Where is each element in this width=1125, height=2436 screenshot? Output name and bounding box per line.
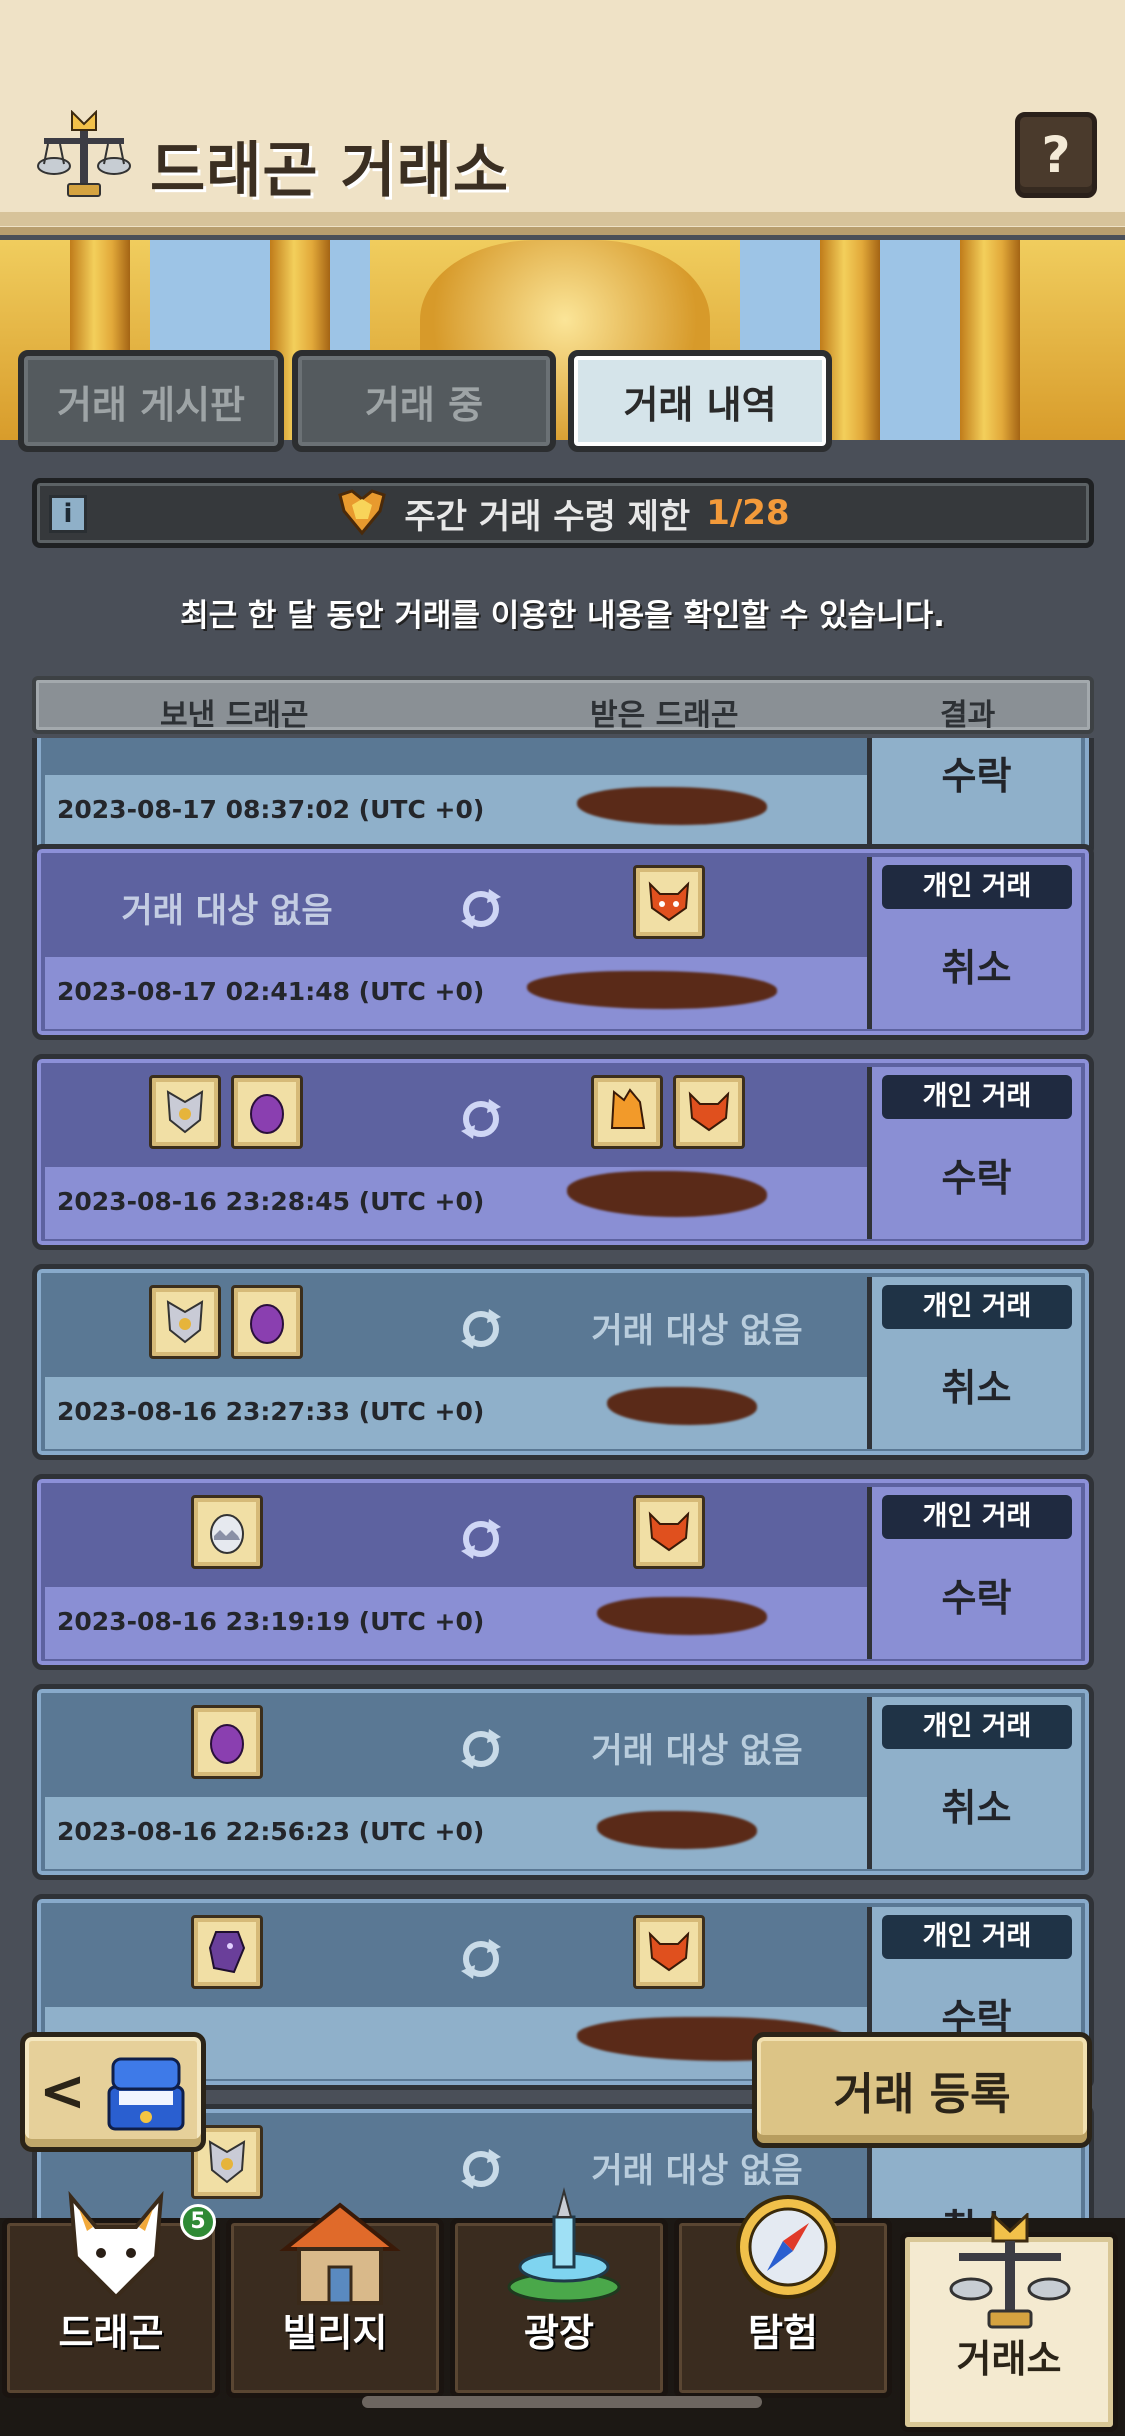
nav-dragon[interactable]: 드래곤: [2, 2190, 220, 2398]
history-notice: 최근 한 달 동안 거래를 이용한 내용을 확인할 수 있습니다.: [180, 598, 945, 634]
table-row[interactable]: 개인 거래 수락 2023-08-16 23:28:45 (UTC +0): [32, 1054, 1094, 1250]
purple-egg-icon: [250, 1304, 284, 1344]
trade-history-list[interactable]: 수락 2023-08-17 08:37:02 (UTC +0) 개인 거래 취소…: [0, 738, 1125, 2218]
no-target-label: 거래 대상 없음: [591, 1311, 803, 1351]
shadow-dragon-icon: [208, 1931, 246, 1974]
tab-trade-board[interactable]: 거래 게시판: [18, 350, 284, 452]
house-icon: [279, 2202, 401, 2305]
trade-result: 취소: [941, 946, 1012, 990]
weekly-limit-bar: i 주간 거래 수령 제한 1/28: [32, 478, 1094, 548]
fire-dragon-icon: [648, 1931, 690, 1972]
nav-explore[interactable]: 탐험: [674, 2195, 892, 2398]
tab-trade-history[interactable]: 거래 내역: [568, 350, 832, 452]
sent-egg-slot[interactable]: [231, 1285, 303, 1359]
notification-badge: 5: [180, 2204, 216, 2240]
swap-icon: [461, 1099, 501, 1139]
white-egg-icon: [210, 1514, 244, 1554]
nav-label: 빌리지: [282, 2311, 388, 2355]
sent-dragon-slot[interactable]: [149, 1285, 221, 1359]
nav-label: 탐험: [748, 2311, 818, 2355]
trade-timestamp: 2023-08-16 22:56:23 (UTC +0): [57, 1817, 485, 1846]
fire-dragon-icon: [648, 1511, 690, 1552]
sent-egg-slot[interactable]: [191, 1705, 263, 1779]
flame-dragon-icon: [610, 1088, 646, 1129]
no-target-label: 거래 대상 없음: [121, 891, 333, 931]
swap-icon: [461, 1309, 501, 1349]
trade-type-badge: 개인 거래: [882, 1495, 1072, 1539]
medal-icon: [338, 489, 387, 536]
scale-icon: [37, 110, 131, 197]
purple-egg-icon: [250, 1094, 284, 1134]
limit-label: 주간 거래 수령 제한: [404, 496, 691, 537]
trade-timestamp: 2023-08-17 08:37:02 (UTC +0): [57, 795, 485, 824]
sent-egg-slot[interactable]: [231, 1075, 303, 1149]
purple-egg-icon: [210, 1724, 244, 1764]
sent-dragon-slot[interactable]: [149, 1075, 221, 1149]
nav-label: 광장: [524, 2311, 594, 2355]
trade-type-badge: 개인 거래: [882, 865, 1072, 909]
nav-label: 거래소: [956, 2337, 1062, 2381]
tab-trading[interactable]: 거래 중: [292, 350, 556, 452]
received-dragon-slot[interactable]: [633, 1495, 705, 1569]
trade-result: 수락: [941, 1156, 1012, 1200]
column-sent: 보낸 드래곤: [160, 698, 309, 733]
table-header: 보낸 드래곤 받은 드래곤 결과: [32, 676, 1094, 734]
trade-result: 취소: [941, 1366, 1012, 1410]
table-row[interactable]: 수락 2023-08-17 08:37:02 (UTC +0): [32, 738, 1094, 858]
help-button[interactable]: ?: [1015, 112, 1097, 198]
no-target-label: 거래 대상 없음: [591, 1731, 803, 1771]
register-trade-button[interactable]: 거래 등록: [752, 2032, 1092, 2148]
nav-village[interactable]: 빌리지: [226, 2202, 444, 2398]
swap-icon: [461, 2149, 501, 2189]
fox-dragon-icon: [68, 2190, 164, 2300]
trade-timestamp: 2023-08-16 23:27:33 (UTC +0): [57, 1397, 485, 1426]
trade-result: 수락: [941, 754, 1012, 798]
silver-dragon-icon: [208, 2140, 246, 2184]
column-result: 결과: [940, 698, 996, 733]
table-row[interactable]: 개인 거래 수락 2023-08-16 23:19:19 (UTC +0): [32, 1474, 1094, 1670]
trade-type-badge: 개인 거래: [882, 1915, 1072, 1959]
nav-exchange[interactable]: 거래소: [900, 2213, 1118, 2432]
trade-timestamp: 2023-08-16 23:28:45 (UTC +0): [57, 1187, 485, 1216]
limit-value: 1/28: [706, 493, 790, 533]
swap-icon: [461, 1939, 501, 1979]
trade-result: 수락: [941, 1576, 1012, 1620]
header: 드래곤 거래소 ?: [0, 0, 1125, 235]
page-title: 드래곤 거래소: [150, 136, 510, 206]
trade-type-badge: 개인 거래: [882, 1705, 1072, 1749]
silver-dragon-icon: [166, 1090, 204, 1134]
header-divider: [0, 212, 1125, 226]
nav-label: 드래곤: [58, 2311, 164, 2355]
swap-icon: [461, 889, 501, 929]
sent-egg-slot[interactable]: [191, 1495, 263, 1569]
trade-timestamp: 2023-08-16 23:19:19 (UTC +0): [57, 1607, 485, 1636]
trade-type-badge: 개인 거래: [882, 1075, 1072, 1119]
chevron-left-icon: <: [39, 2059, 86, 2124]
received-dragon-slot[interactable]: [673, 1075, 745, 1149]
trade-result: 취소: [941, 1786, 1012, 1830]
table-row[interactable]: 개인 거래 취소 거래 대상 없음 2023-08-16 22:56:23 (U…: [32, 1684, 1094, 1880]
fountain-icon: [507, 2187, 621, 2303]
table-row[interactable]: 개인 거래 취소 거래 대상 없음 2023-08-17 02:41:48 (U…: [32, 844, 1094, 1040]
nav-plaza[interactable]: 광장: [450, 2187, 668, 2398]
home-indicator[interactable]: [362, 2396, 762, 2408]
fire-dragon-icon: [688, 1091, 730, 1132]
jewel-chest-icon: [107, 2057, 185, 2131]
trade-timestamp: 2023-08-17 02:41:48 (UTC +0): [57, 977, 485, 1006]
compass-icon: [736, 2195, 840, 2299]
fire-dragon-icon: [648, 881, 690, 922]
inventory-back-button[interactable]: <: [20, 2032, 206, 2152]
scale-icon: [949, 2213, 1071, 2329]
table-row[interactable]: 개인 거래 취소 거래 대상 없음 2023-08-16 23:27:33 (U…: [32, 1264, 1094, 1460]
received-dragon-slot[interactable]: [591, 1075, 663, 1149]
column-received: 받은 드래곤: [590, 698, 739, 733]
swap-icon: [461, 1519, 501, 1559]
received-dragon-slot[interactable]: [633, 865, 705, 939]
received-dragon-slot[interactable]: [633, 1915, 705, 1989]
silver-dragon-icon: [166, 1300, 204, 1344]
swap-icon: [461, 1729, 501, 1769]
trade-type-badge: 개인 거래: [882, 1285, 1072, 1329]
sent-dragon-slot[interactable]: [191, 1915, 263, 1989]
